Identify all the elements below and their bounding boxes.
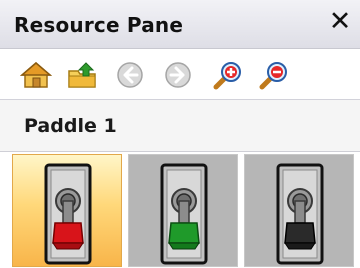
zoom-in-button[interactable] — [210, 57, 246, 93]
toolbar — [0, 49, 360, 100]
zoom-out-button[interactable] — [256, 57, 292, 93]
forward-icon — [165, 62, 191, 88]
section-label: Paddle 1 — [24, 115, 117, 137]
pane-title: Resource Pane — [14, 13, 184, 37]
thumbnail-toggle-red[interactable] — [12, 154, 122, 267]
section-header: Paddle 1 — [0, 100, 360, 152]
up-folder-icon — [68, 62, 96, 88]
zoom-in-icon — [213, 62, 241, 90]
toggle-switch-red-icon — [44, 163, 92, 265]
up-folder-button[interactable] — [64, 57, 100, 93]
thumbnail-grid — [0, 152, 360, 267]
close-icon[interactable]: ✕ — [328, 8, 352, 35]
thumbnail-toggle-green[interactable] — [128, 154, 238, 267]
pane-title-bar: Resource Pane ✕ — [0, 0, 360, 49]
zoom-out-icon — [259, 62, 287, 90]
forward-button[interactable] — [160, 57, 196, 93]
back-icon — [117, 62, 143, 88]
back-button[interactable] — [112, 57, 148, 93]
thumbnail-toggle-black[interactable] — [244, 154, 354, 267]
home-button[interactable] — [18, 57, 54, 93]
toggle-switch-black-icon — [276, 163, 324, 265]
toggle-switch-green-icon — [160, 163, 208, 265]
home-icon — [20, 62, 52, 88]
